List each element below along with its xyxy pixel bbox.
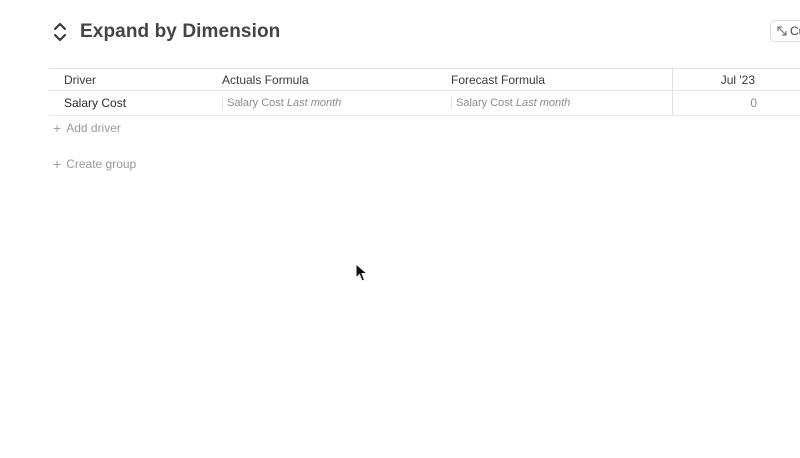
plus-icon: +: [53, 120, 62, 136]
page-header: Expand by Dimension: [50, 18, 280, 46]
column-header-actuals-formula[interactable]: Actuals Formula: [222, 69, 309, 90]
forecast-formula-cell[interactable]: Salary Cost Last month: [456, 91, 570, 115]
chevrons-up-down-icon[interactable]: [50, 19, 70, 45]
mouse-pointer-icon: [355, 263, 369, 282]
compress-icon: [777, 26, 787, 36]
formula-divider: [222, 97, 223, 110]
formula-modifier: Last month: [286, 97, 342, 109]
formula-modifier: Last month: [515, 97, 571, 109]
column-divider[interactable]: [672, 67, 673, 116]
value-cell-jul-23[interactable]: 0: [721, 91, 757, 115]
top-right-button[interactable]: Cu: [770, 20, 800, 42]
page-title: Expand by Dimension: [80, 21, 281, 42]
create-group-button[interactable]: + Create group: [53, 156, 136, 172]
table-row[interactable]: Salary Cost Salary Cost Last month Salar…: [49, 91, 800, 116]
formula-reference: Salary Cost: [456, 97, 513, 109]
formula-divider: [451, 97, 452, 110]
page: Expand by Dimension Cu Driver Actuals Fo…: [0, 0, 800, 458]
create-group-label: Create group: [66, 157, 137, 171]
add-driver-label: Add driver: [66, 121, 121, 135]
add-driver-button[interactable]: + Add driver: [53, 120, 121, 136]
column-header-forecast-formula[interactable]: Forecast Formula: [451, 69, 545, 90]
column-header-driver[interactable]: Driver: [64, 69, 96, 90]
formula-reference: Salary Cost: [227, 97, 284, 109]
plus-icon: +: [53, 156, 62, 172]
top-right-button-label: Cu: [790, 24, 800, 38]
table-header: Driver Actuals Formula Forecast Formula …: [49, 68, 800, 91]
driver-name[interactable]: Salary Cost: [64, 91, 126, 115]
actuals-formula-cell[interactable]: Salary Cost Last month: [227, 91, 341, 115]
column-header-jul-23[interactable]: Jul '23: [721, 69, 755, 90]
